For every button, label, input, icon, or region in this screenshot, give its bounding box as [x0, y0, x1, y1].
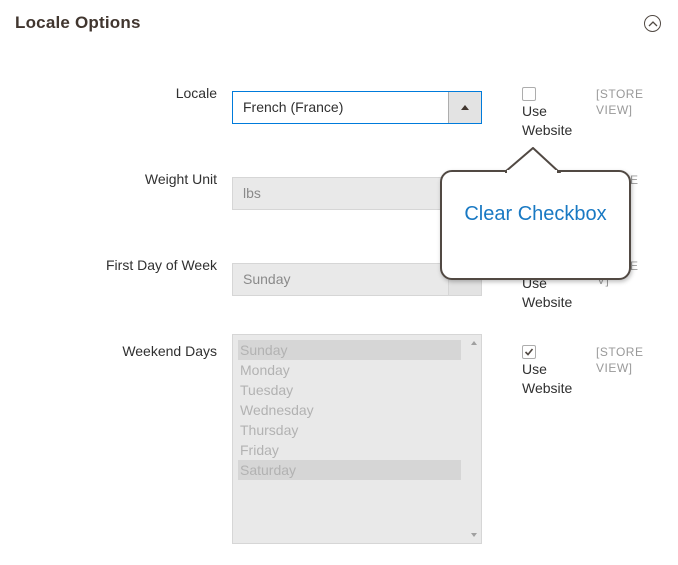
weekend-option-wednesday[interactable]: Wednesday [238, 400, 461, 420]
select-arrow-button[interactable] [448, 92, 481, 123]
locale-select-value: French (France) [243, 99, 344, 115]
weekend-days-multiselect[interactable]: Sunday Monday Tuesday Wednesday Thursday… [232, 334, 482, 544]
weekend-option-tuesday[interactable]: Tuesday [238, 380, 461, 400]
weekend-option-saturday[interactable]: Saturday [238, 460, 461, 480]
scroll-down-arrow-icon[interactable] [471, 533, 477, 537]
first-day-label: First Day of Week [106, 257, 217, 273]
callout-pointer [505, 147, 561, 173]
weight-unit-value: lbs [243, 185, 261, 201]
weekend-option-friday[interactable]: Friday [238, 440, 461, 460]
checkmark-icon [524, 348, 534, 356]
weekend-option-monday[interactable]: Monday [238, 360, 461, 380]
locale-select[interactable]: French (France) [232, 91, 482, 124]
weekend-option-sunday[interactable]: Sunday [238, 340, 461, 360]
weekend-use-website-checkbox[interactable] [522, 345, 536, 359]
locale-use-website-checkbox[interactable] [522, 87, 536, 101]
first-day-value: Sunday [243, 271, 291, 287]
scroll-up-arrow-icon[interactable] [471, 341, 477, 345]
triangle-up-icon [461, 105, 469, 110]
weekend-scope-label: [STORE VIEW] [596, 345, 644, 375]
first-day-scope-fragment: E [630, 259, 639, 273]
weekend-days-label: Weekend Days [122, 343, 217, 359]
chevron-up-icon [648, 21, 658, 27]
callout-text: Clear Checkbox [464, 203, 607, 225]
locale-scope-label: [STORE VIEW] [596, 87, 644, 117]
weekend-option-thursday[interactable]: Thursday [238, 420, 461, 440]
weight-unit-scope-fragment: E [630, 173, 639, 187]
weight-unit-label: Weight Unit [144, 171, 217, 187]
weekend-use-website-label[interactable]: Use Website [522, 360, 582, 398]
locale-use-website-label[interactable]: Use Website [522, 102, 582, 140]
callout-tooltip: Clear Checkbox [440, 170, 631, 280]
collapse-section-button[interactable] [644, 15, 661, 32]
section-title[interactable]: Locale Options [15, 13, 141, 33]
locale-label: Locale [175, 85, 217, 101]
